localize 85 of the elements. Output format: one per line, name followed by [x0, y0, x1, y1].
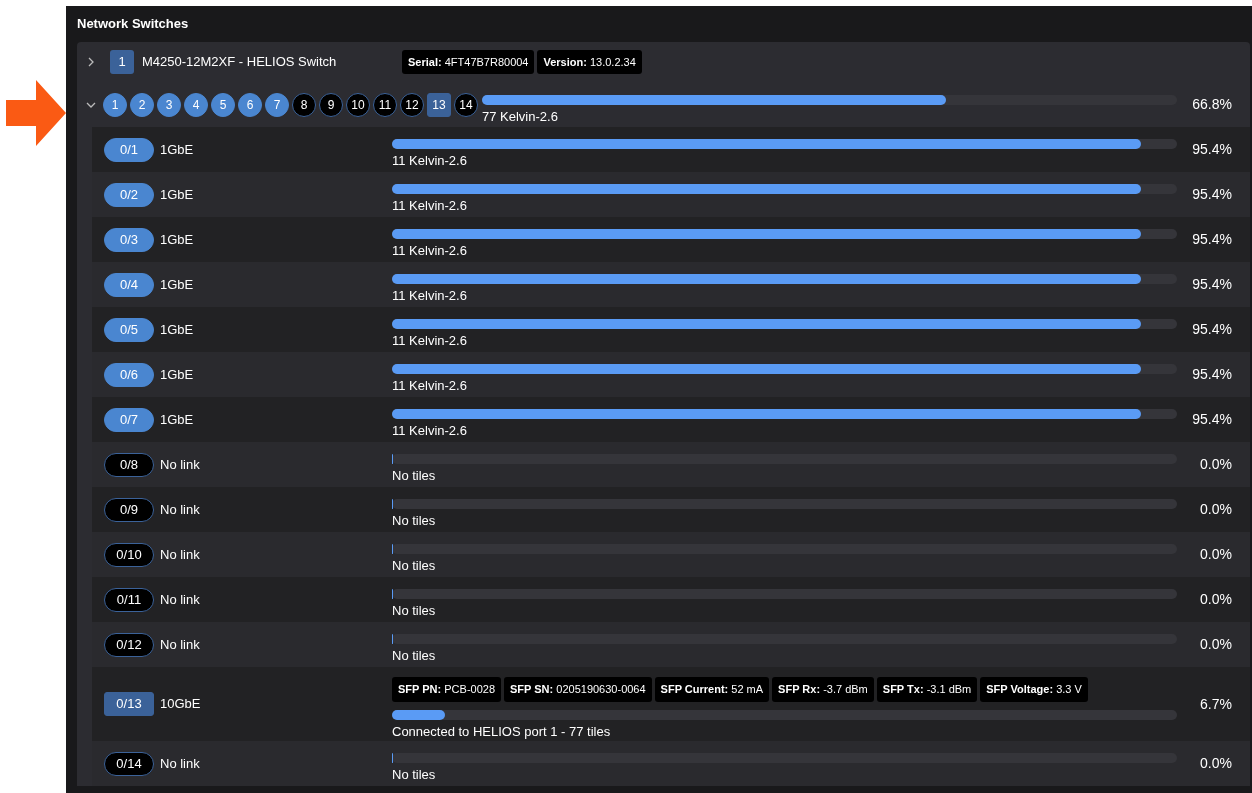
link-speed: 1GbE	[160, 185, 195, 204]
info-badge: SFP Current: 52 mA	[654, 677, 770, 702]
link-speed: No link	[160, 754, 201, 773]
port-indicator[interactable]: 7	[265, 92, 289, 117]
link-speed: 1GbE	[160, 230, 195, 249]
port-indicator[interactable]: 12	[400, 92, 424, 117]
info-badge: Serial: 4FT47B7R80004	[402, 49, 535, 75]
link-speed: 1GbE	[160, 275, 195, 294]
port-badge[interactable]: 0/11	[104, 587, 154, 612]
arrow-icon	[6, 80, 66, 146]
port-indicator[interactable]: 13	[427, 92, 451, 117]
port-indicator[interactable]: 9	[319, 92, 343, 117]
link-speed: No link	[160, 635, 201, 654]
port-indicator[interactable]: 4	[184, 92, 208, 117]
panel-title: Network Switches	[77, 15, 190, 34]
tile-caption: No tiles	[392, 556, 437, 575]
link-speed: 1GbE	[160, 365, 195, 384]
switch-name: M4250-12M2XF - HELIOS Switch	[142, 53, 338, 72]
percent-label: 0.0%	[1199, 455, 1232, 474]
percent-label: 0.0%	[1199, 590, 1232, 609]
port-indicator[interactable]: 3	[157, 92, 181, 117]
percent-label: 6.7%	[1199, 694, 1232, 714]
port-indicator[interactable]: 11	[373, 92, 397, 117]
percent-label: 0.0%	[1199, 545, 1232, 564]
tile-caption: 11 Kelvin-2.6	[392, 196, 468, 215]
tile-caption: 11 Kelvin-2.6	[392, 376, 468, 395]
tile-caption: 11 Kelvin-2.6	[392, 241, 468, 260]
switch-index: 1	[110, 50, 134, 74]
percent-label: 0.0%	[1199, 500, 1232, 519]
percent-label: 95.4%	[1191, 320, 1232, 339]
link-speed: No link	[160, 500, 201, 519]
port-badge[interactable]: 0/9	[104, 497, 154, 522]
percent-label: 66.8%	[1191, 95, 1232, 114]
tile-caption: 11 Kelvin-2.6	[392, 286, 468, 305]
percent-label: 95.4%	[1191, 410, 1232, 429]
percent-label: 95.4%	[1191, 230, 1232, 249]
port-badge[interactable]: 0/4	[104, 272, 154, 297]
port-indicator[interactable]: 5	[211, 92, 235, 117]
percent-label: 95.4%	[1191, 365, 1232, 384]
port-badge[interactable]: 0/7	[104, 407, 154, 432]
tile-caption: No tiles	[392, 511, 437, 530]
link-speed: 1GbE	[160, 140, 195, 159]
percent-label: 95.4%	[1191, 140, 1232, 159]
info-badge: SFP SN: 0205190630-0064	[504, 677, 652, 702]
link-speed: 1GbE	[160, 410, 195, 429]
info-badge: SFP Rx: -3.7 dBm	[772, 677, 874, 702]
info-badge: SFP PN: PCB-0028	[392, 677, 502, 702]
link-speed: No link	[160, 545, 201, 564]
info-badge: Version: 13.0.2.34	[537, 49, 642, 75]
tile-caption: No tiles	[392, 601, 437, 620]
percent-label: 95.4%	[1191, 185, 1232, 204]
port-badge[interactable]: 0/6	[104, 362, 154, 387]
info-badge: SFP Voltage: 3.3 V	[980, 677, 1088, 702]
link-speed: No link	[160, 590, 201, 609]
port-indicator[interactable]: 8	[292, 92, 316, 117]
tile-caption: 11 Kelvin-2.6	[392, 421, 468, 440]
port-badge[interactable]: 0/3	[104, 227, 154, 252]
percent-label: 0.0%	[1199, 635, 1232, 654]
percent-label: 95.4%	[1191, 275, 1232, 294]
port-badge[interactable]: 0/8	[104, 452, 154, 477]
port-badge[interactable]: 0/5	[104, 317, 154, 342]
port-indicator[interactable]: 2	[130, 92, 154, 117]
tile-caption: No tiles	[392, 466, 437, 485]
info-badge: SFP Tx: -3.1 dBm	[876, 677, 978, 702]
port-badge[interactable]: 0/1	[104, 137, 154, 162]
percent-label: 0.0%	[1199, 754, 1232, 773]
port-indicator[interactable]: 6	[238, 92, 262, 117]
port-indicator[interactable]: 14	[454, 92, 478, 117]
tile-caption: No tiles	[392, 646, 437, 665]
port-badge[interactable]: 0/2	[104, 182, 154, 207]
port-badge[interactable]: 0/10	[104, 542, 154, 567]
link-speed: No link	[160, 455, 201, 474]
tile-caption: 11 Kelvin-2.6	[392, 331, 468, 350]
port-indicator[interactable]: 1	[103, 92, 127, 117]
tile-caption: No tiles	[392, 765, 437, 784]
link-speed: 1GbE	[160, 320, 195, 339]
port-badge[interactable]: 0/13	[104, 692, 154, 716]
tile-caption: 11 Kelvin-2.6	[392, 151, 468, 170]
tile-caption: 77 Kelvin-2.6	[482, 107, 559, 126]
chevron-right-icon[interactable]	[86, 57, 96, 67]
tile-caption: Connected to HELIOS port 1 - 77 tiles	[392, 722, 612, 741]
port-indicator[interactable]: 10	[346, 92, 370, 117]
port-badge[interactable]: 0/14	[104, 751, 154, 776]
link-speed: 10GbE	[160, 695, 202, 714]
port-badge[interactable]: 0/12	[104, 632, 154, 657]
